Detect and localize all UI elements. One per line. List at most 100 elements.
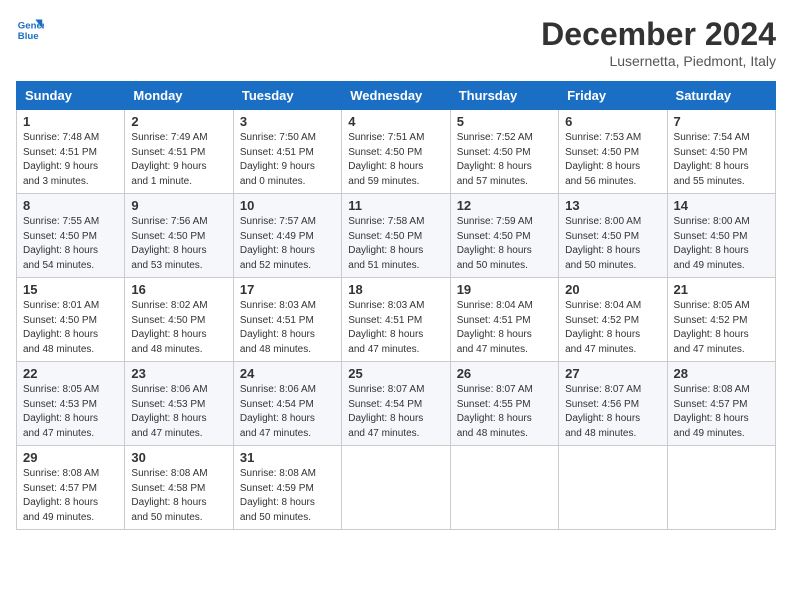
- day-info: Sunrise: 7:55 AM Sunset: 4:50 PM Dayligh…: [23, 215, 118, 273]
- day-number: 24: [240, 366, 335, 381]
- calendar-day-cell: [559, 446, 667, 530]
- day-info: Sunrise: 8:06 AM Sunset: 4:54 PM Dayligh…: [240, 383, 335, 441]
- calendar-day-cell: 6Sunrise: 7:53 AM Sunset: 4:50 PM Daylig…: [559, 110, 667, 194]
- calendar-day-cell: 20 Sunrise: 8:04 AM Sunset: 4:52 PM Dayli…: [559, 278, 667, 362]
- day-info: Sunrise: 8:07 AM Sunset: 4:55 PM Dayligh…: [457, 383, 552, 441]
- day-number: 31: [240, 450, 335, 465]
- calendar-table: SundayMondayTuesdayWednesdayThursdayFrid…: [16, 81, 776, 530]
- title-block: December 2024 Lusernetta, Piedmont, Ital…: [541, 16, 776, 69]
- day-number: 22: [23, 366, 118, 381]
- day-info: Sunrise: 7:54 AM Sunset: 4:50 PM Dayligh…: [674, 131, 769, 189]
- day-number: 21: [674, 282, 769, 297]
- calendar-day-cell: 19 Sunrise: 8:04 AM Sunset: 4:51 PM Dayli…: [450, 278, 558, 362]
- calendar-day-cell: 2 Sunrise: 7:49 AM Sunset: 4:51 PM Daylig…: [125, 110, 233, 194]
- logo-icon: General Blue: [16, 16, 44, 44]
- day-number: 11: [348, 198, 443, 213]
- day-number: 9: [131, 198, 226, 213]
- day-number: 4: [348, 114, 443, 129]
- day-info: Sunrise: 8:00 AM Sunset: 4:50 PM Dayligh…: [674, 215, 769, 273]
- day-info: Sunrise: 8:08 AM Sunset: 4:57 PM Dayligh…: [23, 467, 118, 525]
- day-number: 7: [674, 114, 769, 129]
- day-number: 29: [23, 450, 118, 465]
- day-info: Sunrise: 8:07 AM Sunset: 4:56 PM Dayligh…: [565, 383, 660, 441]
- calendar-day-cell: [450, 446, 558, 530]
- calendar-day-cell: 1Sunrise: 7:48 AM Sunset: 4:51 PM Daylig…: [17, 110, 125, 194]
- day-info: Sunrise: 7:49 AM Sunset: 4:51 PM Dayligh…: [131, 131, 226, 189]
- calendar-col-header: Tuesday: [233, 82, 341, 110]
- calendar-col-header: Friday: [559, 82, 667, 110]
- calendar-day-cell: 29 Sunrise: 8:08 AM Sunset: 4:57 PM Dayli…: [17, 446, 125, 530]
- day-info: Sunrise: 7:50 AM Sunset: 4:51 PM Dayligh…: [240, 131, 335, 189]
- calendar-day-cell: 22 Sunrise: 8:05 AM Sunset: 4:53 PM Dayli…: [17, 362, 125, 446]
- calendar-day-cell: 30Sunrise: 8:08 AM Sunset: 4:58 PM Dayli…: [125, 446, 233, 530]
- day-info: Sunrise: 7:52 AM Sunset: 4:50 PM Dayligh…: [457, 131, 552, 189]
- calendar-day-cell: 26 Sunrise: 8:07 AM Sunset: 4:55 PM Dayli…: [450, 362, 558, 446]
- day-info: Sunrise: 8:04 AM Sunset: 4:52 PM Dayligh…: [565, 299, 660, 357]
- day-number: 2: [131, 114, 226, 129]
- day-info: Sunrise: 8:02 AM Sunset: 4:50 PM Dayligh…: [131, 299, 226, 357]
- calendar-col-header: Wednesday: [342, 82, 450, 110]
- calendar-body: 1Sunrise: 7:48 AM Sunset: 4:51 PM Daylig…: [17, 110, 776, 530]
- page-header: General Blue December 2024 Lusernetta, P…: [16, 16, 776, 69]
- calendar-day-cell: 3 Sunrise: 7:50 AM Sunset: 4:51 PM Daylig…: [233, 110, 341, 194]
- calendar-day-cell: 5Sunrise: 7:52 AM Sunset: 4:50 PM Daylig…: [450, 110, 558, 194]
- day-info: Sunrise: 8:05 AM Sunset: 4:52 PM Dayligh…: [674, 299, 769, 357]
- day-info: Sunrise: 7:59 AM Sunset: 4:50 PM Dayligh…: [457, 215, 552, 273]
- day-number: 13: [565, 198, 660, 213]
- day-info: Sunrise: 8:03 AM Sunset: 4:51 PM Dayligh…: [240, 299, 335, 357]
- day-info: Sunrise: 8:05 AM Sunset: 4:53 PM Dayligh…: [23, 383, 118, 441]
- calendar-day-cell: 8 Sunrise: 7:55 AM Sunset: 4:50 PM Daylig…: [17, 194, 125, 278]
- calendar-day-cell: 18Sunrise: 8:03 AM Sunset: 4:51 PM Dayli…: [342, 278, 450, 362]
- day-number: 15: [23, 282, 118, 297]
- calendar-day-cell: 28Sunrise: 8:08 AM Sunset: 4:57 PM Dayli…: [667, 362, 775, 446]
- calendar-col-header: Sunday: [17, 82, 125, 110]
- day-number: 20: [565, 282, 660, 297]
- day-number: 6: [565, 114, 660, 129]
- day-info: Sunrise: 7:58 AM Sunset: 4:50 PM Dayligh…: [348, 215, 443, 273]
- calendar-day-cell: 13 Sunrise: 8:00 AM Sunset: 4:50 PM Dayli…: [559, 194, 667, 278]
- calendar-col-header: Thursday: [450, 82, 558, 110]
- calendar-day-cell: 14 Sunrise: 8:00 AM Sunset: 4:50 PM Dayli…: [667, 194, 775, 278]
- day-number: 26: [457, 366, 552, 381]
- calendar-day-cell: 16 Sunrise: 8:02 AM Sunset: 4:50 PM Dayli…: [125, 278, 233, 362]
- svg-text:Blue: Blue: [18, 31, 39, 42]
- day-info: Sunrise: 8:08 AM Sunset: 4:59 PM Dayligh…: [240, 467, 335, 525]
- day-number: 30: [131, 450, 226, 465]
- day-info: Sunrise: 7:57 AM Sunset: 4:49 PM Dayligh…: [240, 215, 335, 273]
- day-number: 8: [23, 198, 118, 213]
- calendar-day-cell: 12 Sunrise: 7:59 AM Sunset: 4:50 PM Dayli…: [450, 194, 558, 278]
- calendar-week-row: 15 Sunrise: 8:01 AM Sunset: 4:50 PM Dayli…: [17, 278, 776, 362]
- calendar-header-row: SundayMondayTuesdayWednesdayThursdayFrid…: [17, 82, 776, 110]
- calendar-day-cell: 23 Sunrise: 8:06 AM Sunset: 4:53 PM Dayli…: [125, 362, 233, 446]
- day-number: 1: [23, 114, 118, 129]
- day-info: Sunrise: 8:00 AM Sunset: 4:50 PM Dayligh…: [565, 215, 660, 273]
- day-info: Sunrise: 8:04 AM Sunset: 4:51 PM Dayligh…: [457, 299, 552, 357]
- calendar-day-cell: 17 Sunrise: 8:03 AM Sunset: 4:51 PM Dayli…: [233, 278, 341, 362]
- calendar-col-header: Saturday: [667, 82, 775, 110]
- calendar-day-cell: 7 Sunrise: 7:54 AM Sunset: 4:50 PM Daylig…: [667, 110, 775, 194]
- calendar-week-row: 29 Sunrise: 8:08 AM Sunset: 4:57 PM Dayli…: [17, 446, 776, 530]
- day-number: 16: [131, 282, 226, 297]
- day-number: 18: [348, 282, 443, 297]
- calendar-day-cell: 10Sunrise: 7:57 AM Sunset: 4:49 PM Dayli…: [233, 194, 341, 278]
- calendar-day-cell: 24 Sunrise: 8:06 AM Sunset: 4:54 PM Dayli…: [233, 362, 341, 446]
- day-number: 3: [240, 114, 335, 129]
- day-info: Sunrise: 8:01 AM Sunset: 4:50 PM Dayligh…: [23, 299, 118, 357]
- day-number: 23: [131, 366, 226, 381]
- day-info: Sunrise: 8:06 AM Sunset: 4:53 PM Dayligh…: [131, 383, 226, 441]
- day-number: 17: [240, 282, 335, 297]
- calendar-week-row: 8 Sunrise: 7:55 AM Sunset: 4:50 PM Daylig…: [17, 194, 776, 278]
- calendar-day-cell: 9Sunrise: 7:56 AM Sunset: 4:50 PM Daylig…: [125, 194, 233, 278]
- day-number: 12: [457, 198, 552, 213]
- calendar-day-cell: 25 Sunrise: 8:07 AM Sunset: 4:54 PM Dayli…: [342, 362, 450, 446]
- day-number: 19: [457, 282, 552, 297]
- location: Lusernetta, Piedmont, Italy: [541, 53, 776, 69]
- day-number: 14: [674, 198, 769, 213]
- day-info: Sunrise: 8:07 AM Sunset: 4:54 PM Dayligh…: [348, 383, 443, 441]
- month-title: December 2024: [541, 16, 776, 53]
- day-number: 25: [348, 366, 443, 381]
- calendar-week-row: 22 Sunrise: 8:05 AM Sunset: 4:53 PM Dayli…: [17, 362, 776, 446]
- calendar-day-cell: [667, 446, 775, 530]
- day-info: Sunrise: 8:08 AM Sunset: 4:57 PM Dayligh…: [674, 383, 769, 441]
- calendar-day-cell: 27Sunrise: 8:07 AM Sunset: 4:56 PM Dayli…: [559, 362, 667, 446]
